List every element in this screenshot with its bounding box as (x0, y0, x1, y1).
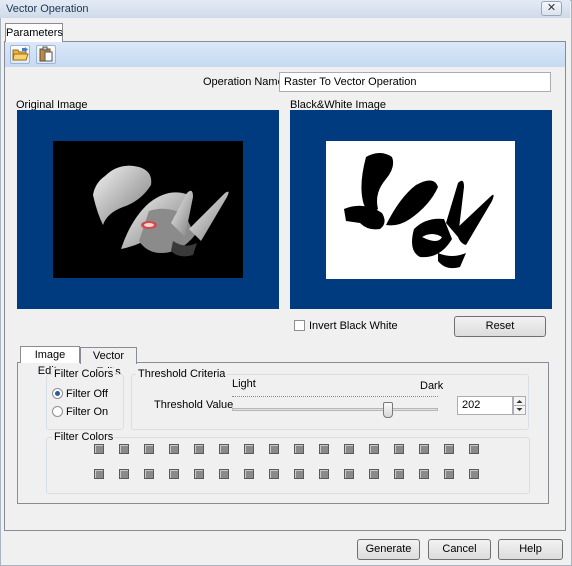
filter-color-swatch[interactable] (94, 469, 104, 479)
radio-selected-dot (55, 391, 60, 396)
paste-button[interactable] (36, 45, 56, 64)
slider-ticks (232, 396, 438, 398)
filter-color-swatch[interactable] (219, 444, 229, 454)
filter-color-swatch[interactable] (369, 469, 379, 479)
filter-color-swatch[interactable] (319, 444, 329, 454)
filter-color-swatch[interactable] (444, 444, 454, 454)
filter-color-swatch[interactable] (144, 469, 154, 479)
spin-up-down-icon (514, 400, 525, 411)
filter-color-swatch[interactable] (244, 469, 254, 479)
window-title: Vector Operation (6, 3, 89, 15)
original-image-preview (53, 141, 243, 278)
bw-image-panel (290, 110, 552, 309)
close-icon: ✕ (546, 2, 557, 14)
filter-color-swatch[interactable] (194, 444, 204, 454)
filter-color-swatch[interactable] (419, 469, 429, 479)
open-button[interactable] (10, 45, 30, 64)
threshold-slider-track[interactable] (232, 408, 438, 411)
rhino-render-image (93, 165, 229, 257)
filter-color-swatch[interactable] (444, 469, 454, 479)
filter-color-swatch[interactable] (144, 444, 154, 454)
filter-on-radio[interactable] (52, 406, 63, 417)
tab-vector-edits[interactable]: Vector Edits (80, 347, 137, 378)
filter-color-swatch[interactable] (169, 469, 179, 479)
cancel-button[interactable]: Cancel (428, 539, 491, 560)
filter-color-swatch[interactable] (394, 444, 404, 454)
filter-color-swatch[interactable] (294, 469, 304, 479)
filter-colors-group (46, 374, 124, 430)
threshold-light-label: Light (232, 378, 256, 390)
bw-image-preview (326, 141, 515, 279)
tab-image-edits[interactable]: Image Edits (20, 346, 80, 377)
operation-name-input[interactable]: Raster To Vector Operation (279, 72, 551, 92)
generate-button[interactable]: Generate (357, 539, 420, 560)
filter-color-swatch[interactable] (219, 469, 229, 479)
filter-color-swatch[interactable] (369, 444, 379, 454)
filter-color-swatch[interactable] (244, 444, 254, 454)
invert-black-white-label: Invert Black White (309, 320, 398, 332)
filter-color-swatch[interactable] (394, 469, 404, 479)
filter-on-label: Filter On (66, 406, 109, 418)
paste-icon (39, 46, 53, 62)
filter-color-swatch[interactable] (269, 444, 279, 454)
filter-off-radio[interactable] (52, 388, 63, 399)
filter-color-swatch[interactable] (119, 469, 129, 479)
filter-color-swatch[interactable] (344, 469, 354, 479)
threshold-slider-thumb[interactable] (382, 402, 393, 418)
threshold-value-label: Threshold Value (154, 399, 234, 411)
filter-color-swatch[interactable] (194, 469, 204, 479)
original-image-panel (17, 110, 279, 309)
close-button[interactable]: ✕ (541, 1, 562, 16)
filter-color-swatch[interactable] (94, 444, 104, 454)
threshold-spinner[interactable] (513, 396, 526, 415)
reset-button[interactable]: Reset (454, 316, 546, 337)
filter-off-label: Filter Off (66, 388, 108, 400)
filter-color-swatch[interactable] (344, 444, 354, 454)
filter-color-swatch[interactable] (469, 469, 479, 479)
filter-colors-swatch-title: Filter Colors (52, 431, 116, 443)
filter-color-swatch[interactable] (294, 444, 304, 454)
threshold-dark-label: Dark (420, 380, 444, 392)
filter-color-swatch[interactable] (119, 444, 129, 454)
toolbar (5, 42, 565, 67)
filter-color-swatch[interactable] (169, 444, 179, 454)
invert-black-white-checkbox[interactable] (294, 320, 305, 331)
help-button[interactable]: Help (498, 539, 563, 560)
rhino-bw-image (344, 153, 494, 269)
open-folder-icon (12, 47, 29, 61)
filter-color-swatch[interactable] (419, 444, 429, 454)
tab-parameters[interactable]: Parameters (5, 23, 63, 42)
operation-name-label: Operation Name: (203, 76, 287, 88)
filter-color-swatch[interactable] (319, 469, 329, 479)
filter-color-swatch[interactable] (269, 469, 279, 479)
filter-colors-title: Filter Colors (52, 368, 116, 380)
threshold-value-input[interactable]: 202 (457, 396, 513, 415)
filter-color-swatch[interactable] (469, 444, 479, 454)
threshold-criteria-title: Threshold Criteria (136, 368, 228, 380)
